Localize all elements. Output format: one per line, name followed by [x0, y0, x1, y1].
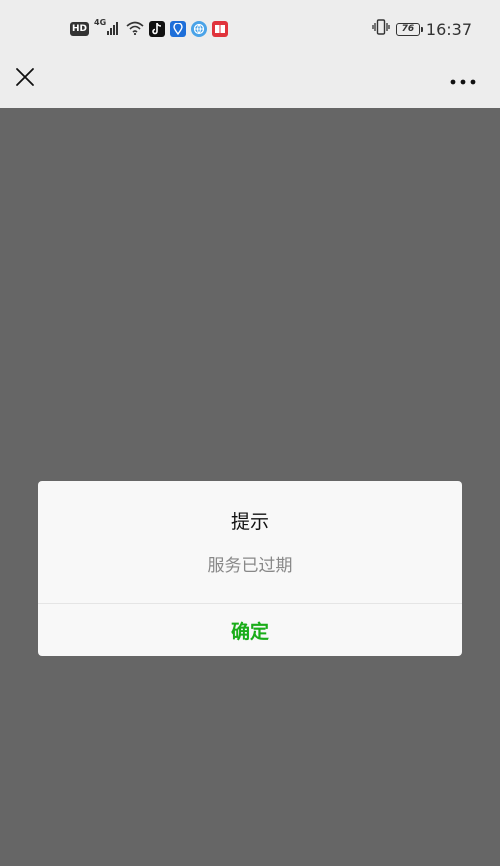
book-app-icon: [212, 21, 229, 37]
close-icon: [15, 67, 35, 91]
wifi-icon: [126, 20, 144, 39]
dialog-title: 提示: [230, 511, 269, 533]
dialog-message: 服务已过期: [207, 556, 293, 576]
location-app-icon: [170, 21, 187, 37]
nav-bar: [0, 56, 500, 108]
screen: HD 4G 76 16:37 提示 服务已过期 确定: [0, 0, 500, 866]
status-time: 16:37: [425, 19, 472, 39]
alert-dialog: 提示 服务已过期 确定: [38, 481, 462, 656]
more-icon: [450, 70, 476, 89]
battery-icon: 76: [395, 22, 423, 36]
status-bar: HD 4G 76 16:37: [0, 0, 500, 56]
status-right-group: 76 16:37: [372, 18, 472, 40]
confirm-button[interactable]: 确定: [38, 604, 462, 656]
tiktok-icon: [149, 21, 166, 37]
vibrate-icon: [372, 19, 390, 39]
signal-icon: [107, 20, 121, 39]
globe-app-icon: [191, 21, 208, 37]
battery-level: 76: [401, 24, 415, 34]
hd-badge: HD: [70, 22, 90, 36]
more-button[interactable]: [446, 62, 480, 96]
close-button[interactable]: [8, 62, 42, 96]
status-left-group: HD 4G: [70, 18, 229, 40]
network-type-label: 4G: [94, 18, 107, 27]
